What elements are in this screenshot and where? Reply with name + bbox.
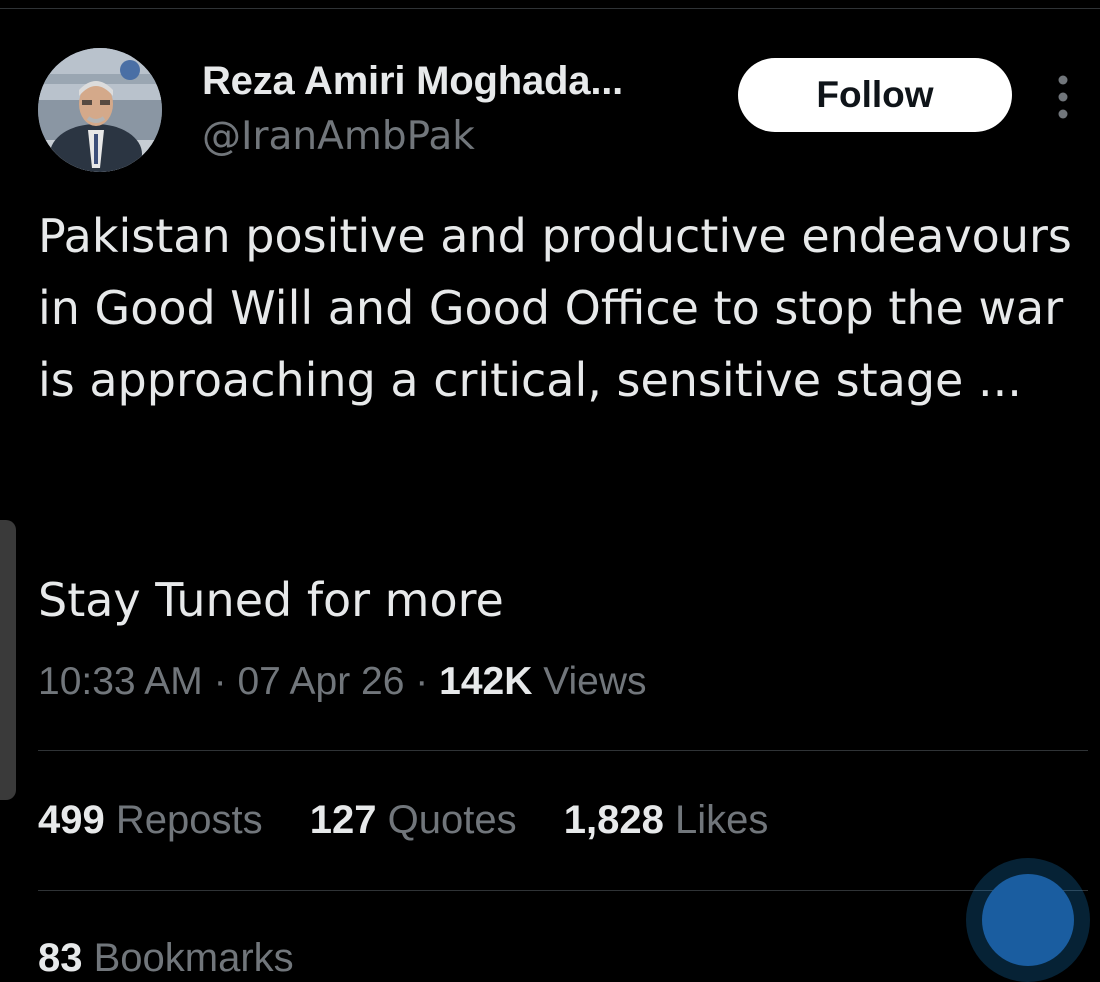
reposts-label: Reposts — [115, 798, 263, 842]
bookmarks-label: Bookmarks — [93, 936, 294, 980]
quotes-label: Quotes — [387, 798, 517, 842]
more-vertical-icon[interactable] — [1050, 72, 1076, 122]
author-handle[interactable]: @IranAmbPak — [202, 114, 475, 159]
tweet-meta: 10:33 AM · 07 Apr 26 · 142K Views — [38, 660, 647, 704]
bookmarks-count: 83 — [38, 936, 83, 980]
floating-action-button[interactable] — [966, 858, 1090, 982]
divider — [38, 750, 1088, 751]
avatar[interactable] — [38, 48, 162, 172]
views-label: Views — [543, 660, 647, 703]
meta-separator: · — [213, 660, 227, 703]
author-name[interactable]: Reza Amiri Moghada... — [202, 59, 623, 104]
quotes-count: 127 — [309, 798, 377, 842]
meta-separator: · — [415, 660, 429, 703]
profile-photo-icon — [38, 48, 162, 172]
likes-label: Likes — [674, 798, 769, 842]
top-divider — [0, 8, 1100, 9]
fab-inner-circle — [982, 874, 1074, 966]
tweet-text: Pakistan positive and productive endeavo… — [38, 209, 1072, 407]
quotes-stat[interactable]: 127 Quotes — [310, 798, 528, 842]
bookmarks-stat[interactable]: 83 Bookmarks — [38, 936, 294, 981]
tweet-text-secondary: Stay Tuned for more — [38, 573, 504, 627]
reposts-stat[interactable]: 499 Reposts — [38, 798, 274, 842]
reposts-count: 499 — [38, 798, 105, 842]
likes-stat[interactable]: 1,828 Likes — [564, 798, 769, 842]
tweet-time[interactable]: 10:33 AM — [38, 660, 203, 703]
side-scroll-handle[interactable] — [0, 520, 16, 800]
tweet-date[interactable]: 07 Apr 26 — [237, 660, 404, 703]
likes-count: 1,828 — [563, 798, 664, 842]
follow-button[interactable]: Follow — [738, 58, 1012, 132]
engagement-stats: 499 Reposts 127 Quotes 1,828 Likes — [38, 798, 804, 843]
divider — [38, 890, 1088, 891]
tweet-header: Reza Amiri Moghada... @IranAmbPak Follow — [38, 48, 1078, 172]
views-count: 142K — [439, 660, 533, 703]
